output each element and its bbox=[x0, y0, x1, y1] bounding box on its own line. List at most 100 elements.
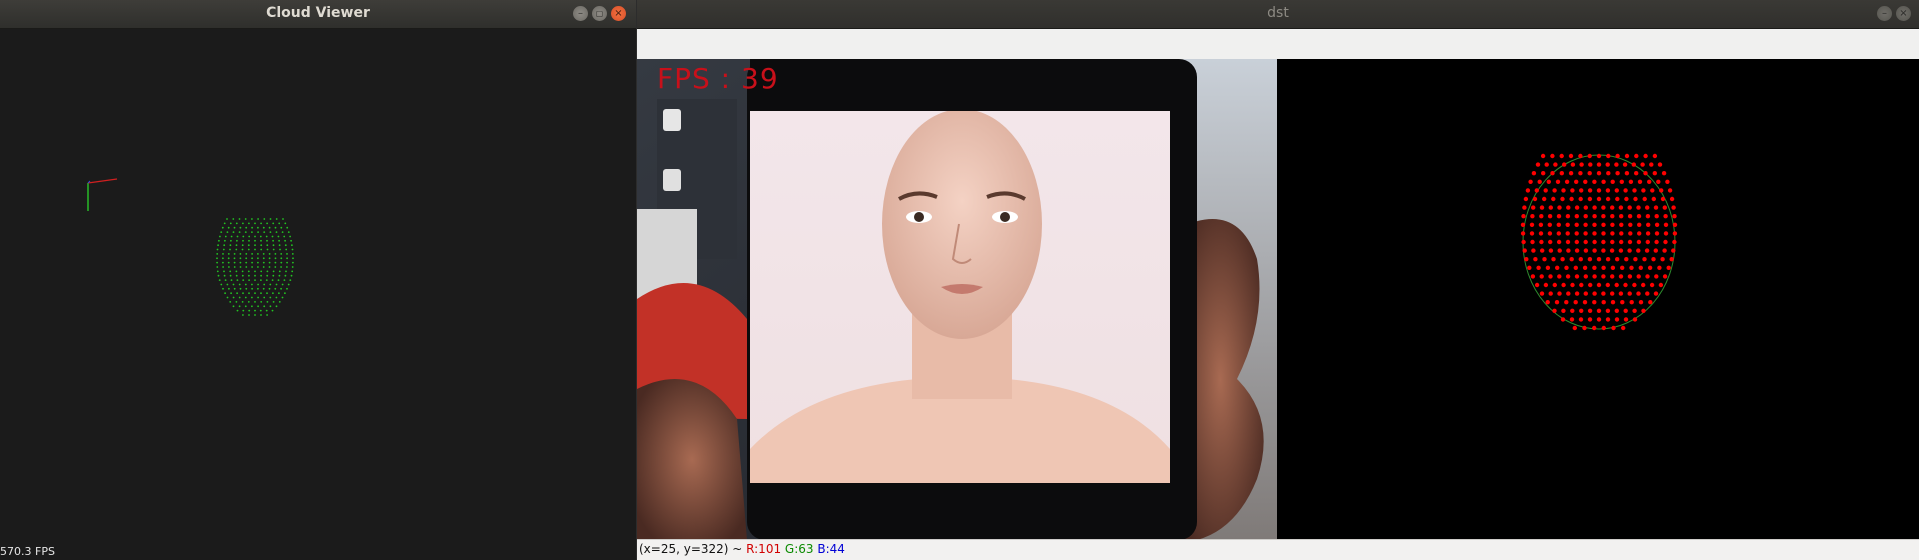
cloud-point bbox=[291, 253, 294, 255]
landmark-point bbox=[1662, 274, 1668, 279]
landmark-point bbox=[1530, 239, 1535, 245]
landmark-point bbox=[1652, 153, 1658, 159]
cloud-point bbox=[251, 257, 254, 260]
dst-window: dst – × FPS: 39 (x=25, y=322) ~ R:101 G… bbox=[637, 0, 1919, 560]
landmark-point bbox=[1588, 162, 1593, 167]
landmark-point bbox=[1644, 248, 1650, 253]
cloud-point bbox=[286, 257, 288, 260]
cloud-point bbox=[239, 287, 242, 290]
dst-titlebar[interactable]: dst – × bbox=[637, 0, 1919, 29]
minimize-button[interactable]: – bbox=[1877, 6, 1892, 21]
close-button[interactable]: × bbox=[1896, 6, 1911, 21]
cloud-point bbox=[242, 314, 244, 316]
cloud-point bbox=[226, 231, 229, 234]
cloud-point bbox=[291, 266, 294, 268]
landmark-point bbox=[1605, 162, 1610, 167]
landmark-point bbox=[1671, 205, 1676, 210]
landmark-point bbox=[1528, 179, 1533, 184]
cloud-point bbox=[268, 287, 271, 290]
cloud-point bbox=[241, 248, 244, 251]
cloud-point bbox=[284, 274, 287, 277]
minimize-button[interactable]: – bbox=[573, 6, 588, 21]
landmark-point bbox=[1661, 171, 1667, 176]
point-cloud-canvas[interactable] bbox=[0, 29, 636, 542]
landmark-point bbox=[1574, 291, 1580, 296]
cloud-point bbox=[281, 296, 284, 299]
cloud-point bbox=[236, 239, 238, 242]
landmark-point bbox=[1579, 282, 1584, 288]
landmark-point bbox=[1583, 179, 1588, 184]
landmark-point bbox=[1540, 248, 1545, 253]
landmark-point bbox=[1534, 282, 1540, 288]
landmark-point bbox=[1579, 162, 1584, 167]
landmark-point bbox=[1605, 196, 1611, 202]
cloud-point bbox=[277, 279, 280, 281]
landmark-point bbox=[1627, 274, 1633, 279]
landmark-point bbox=[1582, 300, 1588, 305]
landmark-point bbox=[1527, 265, 1532, 270]
landmark-point bbox=[1596, 162, 1602, 167]
landmark-point bbox=[1522, 205, 1527, 210]
landmark-point bbox=[1645, 239, 1650, 245]
landmark-point bbox=[1572, 325, 1577, 331]
cloud-point bbox=[254, 309, 256, 312]
landmark-point bbox=[1631, 162, 1636, 167]
cloud-viewer-titlebar[interactable]: Cloud Viewer – ▢ × bbox=[0, 0, 636, 29]
cloud-point bbox=[271, 235, 274, 238]
landmark-point bbox=[1665, 179, 1670, 184]
landmark-point bbox=[1610, 205, 1615, 210]
landmark-point bbox=[1568, 171, 1574, 176]
landmark-point bbox=[1540, 153, 1546, 159]
landmark-point bbox=[1653, 291, 1659, 296]
cloud-point bbox=[232, 305, 235, 308]
cloud-point bbox=[230, 279, 233, 281]
dst-image-area[interactable]: FPS : 39 bbox=[637, 59, 1919, 540]
landmark-point bbox=[1596, 196, 1602, 202]
landmark-point bbox=[1654, 231, 1660, 236]
cloud-point bbox=[254, 279, 256, 281]
landmark-point bbox=[1649, 282, 1655, 288]
cloud-point bbox=[263, 283, 266, 286]
landmark-point bbox=[1672, 222, 1678, 227]
cloud-point bbox=[238, 296, 241, 299]
landmark-point bbox=[1610, 222, 1615, 227]
landmark-point bbox=[1654, 222, 1660, 227]
cloud-point bbox=[257, 231, 259, 234]
cloud-point bbox=[244, 283, 247, 286]
cloud-point bbox=[269, 283, 272, 286]
landmark-point bbox=[1601, 274, 1606, 279]
landmark-point bbox=[1614, 308, 1619, 313]
landmark-point bbox=[1628, 231, 1633, 236]
landmark-point bbox=[1601, 205, 1606, 210]
cloud-point bbox=[245, 287, 248, 290]
cloud-point bbox=[248, 279, 251, 281]
cloud-point bbox=[229, 301, 232, 303]
cloud-viewer-window: Cloud Viewer – ▢ × 570.3 FPS bbox=[0, 0, 637, 560]
cloud-point bbox=[224, 279, 227, 281]
landmark-point bbox=[1610, 239, 1615, 245]
cloud-point bbox=[257, 218, 259, 220]
cloud-point bbox=[248, 292, 250, 295]
landmark-point bbox=[1582, 265, 1588, 270]
cloud-point bbox=[248, 222, 250, 225]
landmark-point bbox=[1672, 231, 1678, 236]
landmark-point bbox=[1618, 248, 1624, 253]
landmark-point bbox=[1657, 265, 1662, 270]
cloud-point bbox=[223, 274, 226, 277]
cloud-point bbox=[286, 266, 288, 268]
cloud-point bbox=[248, 309, 251, 312]
landmark-point bbox=[1587, 196, 1593, 202]
landmark-point bbox=[1541, 171, 1546, 176]
face-landmarks-canvas bbox=[1520, 153, 1678, 331]
cloud-point bbox=[235, 270, 238, 273]
cloud-point bbox=[251, 296, 253, 299]
landmark-point bbox=[1565, 231, 1570, 236]
cloud-point bbox=[238, 218, 241, 220]
landmark-point bbox=[1587, 308, 1593, 313]
close-button[interactable]: × bbox=[611, 6, 626, 21]
cloud-point bbox=[216, 253, 219, 255]
maximize-button[interactable]: ▢ bbox=[592, 6, 607, 21]
landmark-point bbox=[1605, 308, 1611, 313]
cloud-point bbox=[257, 266, 259, 268]
cloud-point bbox=[251, 266, 254, 268]
